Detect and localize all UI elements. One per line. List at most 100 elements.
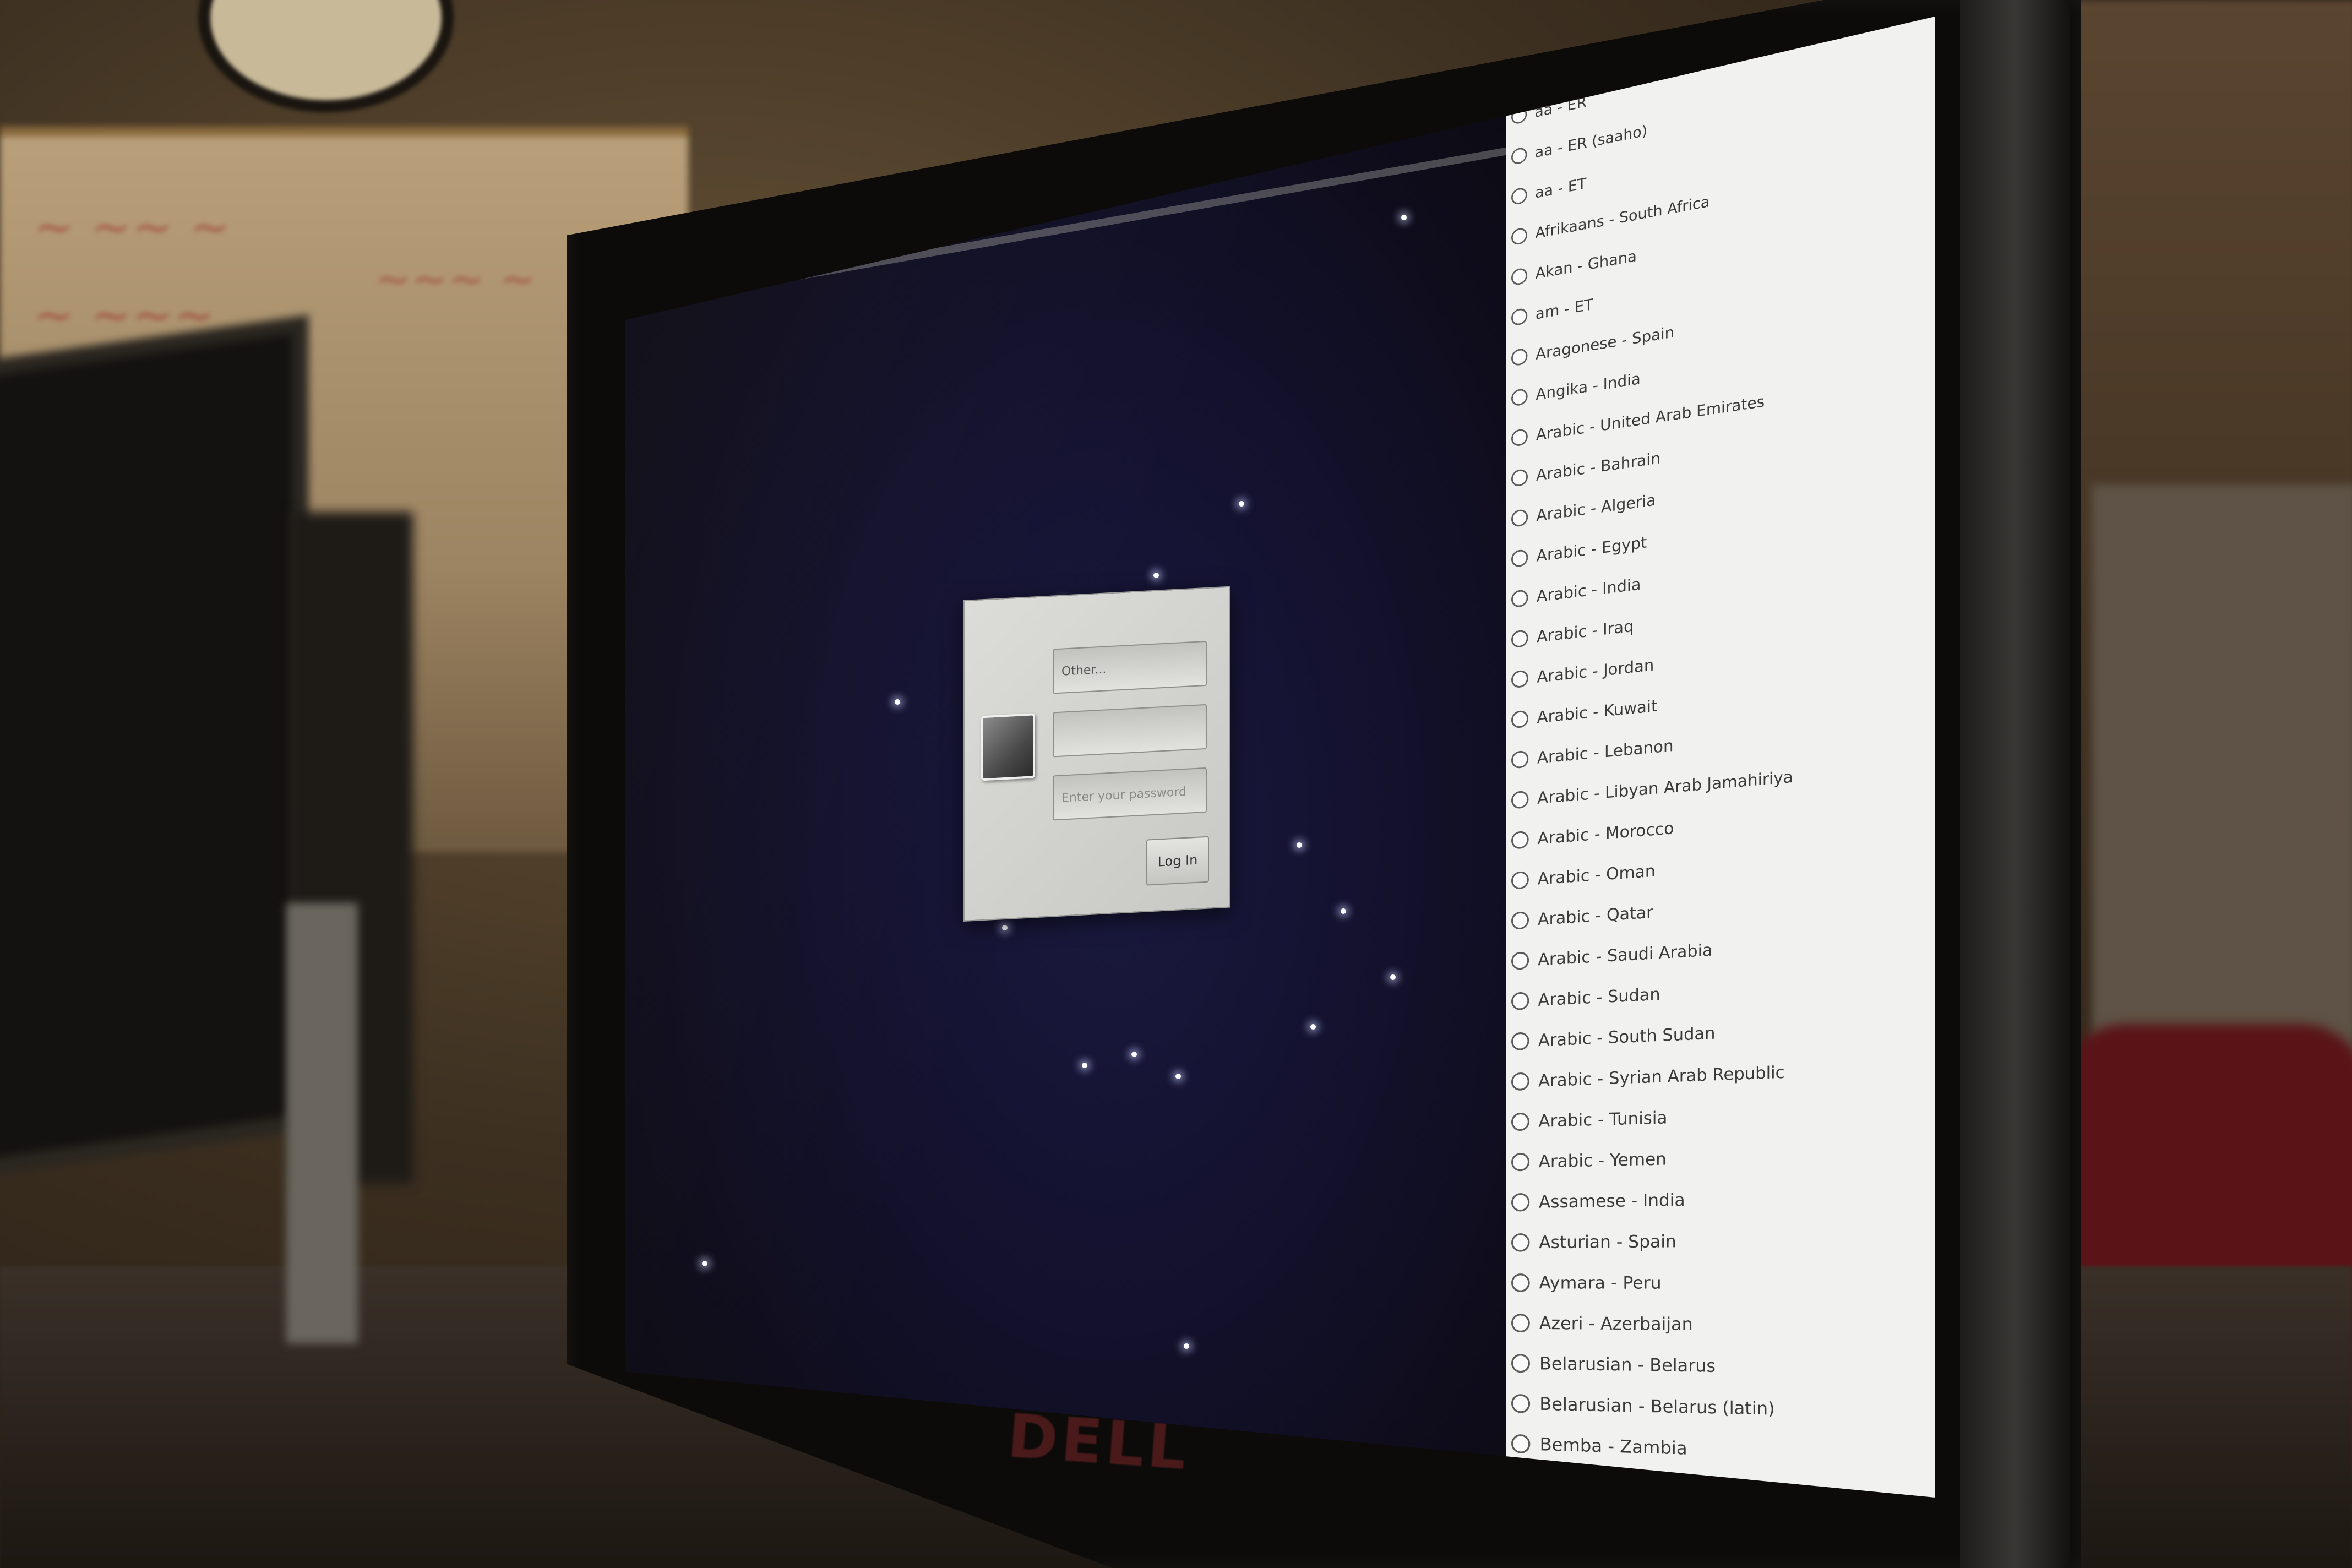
radio-button-icon[interactable] (1511, 1273, 1530, 1292)
radio-button-icon[interactable] (1511, 669, 1528, 689)
language-option[interactable]: Arabic - India (1511, 568, 1641, 615)
photo-scene: ~ ~~ ~ ~ ~~~ ~~~ ~ DELL Other... Enter y… (0, 0, 2352, 1568)
language-option[interactable]: Arabic - Qatar (1511, 896, 1653, 938)
language-option[interactable]: Aymara - Peru (1511, 1265, 1662, 1300)
star-decoration (1390, 974, 1396, 980)
password-field[interactable]: Enter your password (1053, 767, 1207, 821)
language-option[interactable]: Arabic - Jordan (1511, 649, 1654, 696)
language-label: aa - ET (1535, 175, 1587, 202)
radio-button-icon[interactable] (1511, 589, 1528, 608)
language-option[interactable]: Angika - India (1511, 363, 1641, 414)
radio-button-icon[interactable] (1511, 388, 1528, 407)
star-decoration (1401, 215, 1407, 220)
radio-button-icon[interactable] (1511, 428, 1528, 447)
radio-button-icon[interactable] (1511, 992, 1529, 1011)
radio-button-icon[interactable] (1511, 1314, 1530, 1333)
username-field[interactable]: Other... (1053, 640, 1207, 694)
language-option[interactable]: Arabic - Egypt (1511, 526, 1647, 575)
radio-button-icon[interactable] (1511, 911, 1529, 930)
language-option[interactable]: Arabic - Tunisia (1511, 1101, 1667, 1139)
radio-button-icon[interactable] (1511, 870, 1529, 890)
language-label: Arabic - Syrian Arab Republic (1538, 1062, 1785, 1091)
language-option[interactable]: Arabic - Syrian Arab Republic (1511, 1055, 1785, 1099)
username-input[interactable] (1053, 704, 1207, 758)
radio-button-icon[interactable] (1511, 710, 1529, 729)
radio-button-icon[interactable] (1511, 468, 1528, 487)
language-option[interactable]: Belarusian - Belarus (1511, 1346, 1716, 1384)
language-option[interactable]: Arabic - Morocco (1511, 812, 1674, 857)
language-label: Arabic - India (1536, 575, 1641, 606)
radio-button-icon[interactable] (1511, 1152, 1530, 1172)
language-label: Arabic - Kuwait (1537, 696, 1658, 727)
star-decoration (1131, 1052, 1137, 1057)
language-label: Belarusian - Belarus (latin) (1539, 1393, 1775, 1419)
radio-button-icon[interactable] (1511, 1393, 1531, 1413)
language-option[interactable]: am - ET (1511, 289, 1593, 333)
language-option[interactable]: Arabic - Sudan (1511, 977, 1660, 1018)
star-decoration (702, 1261, 707, 1266)
radio-button-icon[interactable] (1511, 548, 1528, 568)
login-button[interactable]: Log In (1146, 836, 1209, 886)
radio-button-icon[interactable] (1511, 227, 1527, 246)
language-label: Asturian - Spain (1539, 1231, 1676, 1253)
radio-button-icon[interactable] (1511, 750, 1529, 769)
star-decoration (1175, 1074, 1181, 1079)
language-option[interactable]: Arabic - Yemen (1511, 1142, 1667, 1179)
language-label: Akan - Ghana (1535, 247, 1637, 283)
radio-button-icon[interactable] (1511, 1233, 1530, 1252)
language-label: Arabic - Jordan (1537, 655, 1654, 687)
language-option[interactable]: aa - ET (1511, 168, 1586, 213)
radio-button-icon[interactable] (1511, 1353, 1531, 1373)
language-label: Aymara - Peru (1539, 1272, 1662, 1293)
star-decoration (1239, 501, 1244, 507)
language-option[interactable]: Asturian - Spain (1511, 1224, 1676, 1260)
language-option[interactable]: Belarusian - Belarus (latin) (1511, 1386, 1775, 1427)
language-label: aa - ER (saaho) (1534, 122, 1648, 162)
language-option[interactable]: Assamese - India (1511, 1183, 1685, 1219)
wall-clock (198, 0, 454, 112)
radio-button-icon[interactable] (1511, 267, 1528, 286)
language-option[interactable]: Arabic - Algeria (1511, 484, 1656, 535)
language-option[interactable]: Arabic - Oman (1511, 854, 1656, 897)
language-label: Bemba - Zambia (1539, 1434, 1687, 1459)
language-option[interactable]: Arabic - Saudi Arabia (1511, 933, 1712, 978)
language-option[interactable]: Azeri - Azerbaijan (1511, 1305, 1693, 1342)
language-label: Arabic - Morocco (1537, 818, 1674, 848)
monitor-side-edge (1960, 0, 2070, 1568)
language-option[interactable]: Arabic - Kuwait (1511, 690, 1657, 736)
radio-button-icon[interactable] (1511, 1434, 1531, 1454)
star-decoration (1002, 925, 1008, 930)
radio-button-icon[interactable] (1511, 187, 1527, 206)
radio-button-icon[interactable] (1511, 1112, 1529, 1131)
radio-button-icon[interactable] (1511, 1193, 1530, 1212)
radio-button-icon[interactable] (1511, 347, 1528, 367)
star-decoration (1310, 1024, 1316, 1030)
language-label: Belarusian - Belarus (1539, 1353, 1716, 1376)
language-label: Aragonese - Spain (1536, 323, 1675, 363)
radio-button-icon[interactable] (1511, 307, 1528, 326)
language-label: Arabic - Lebanon (1537, 736, 1674, 767)
radio-button-icon[interactable] (1511, 629, 1528, 649)
language-option[interactable]: Arabic - South Sudan (1511, 1016, 1715, 1059)
radio-button-icon[interactable] (1511, 1032, 1529, 1051)
radio-button-icon[interactable] (1511, 146, 1527, 166)
radio-button-icon[interactable] (1511, 951, 1529, 971)
radio-button-icon[interactable] (1511, 830, 1529, 850)
language-label: Arabic - South Sudan (1538, 1023, 1716, 1050)
language-label: Arabic - Bahrain (1536, 449, 1660, 485)
user-avatar-icon (981, 713, 1035, 781)
language-label: Azeri - Azerbaijan (1539, 1313, 1693, 1335)
language-option[interactable]: Arabic - Iraq (1511, 610, 1634, 656)
radio-button-icon[interactable] (1511, 1072, 1529, 1091)
star-decoration (1184, 1343, 1189, 1349)
radio-button-icon[interactable] (1511, 790, 1529, 809)
radio-button-icon[interactable] (1511, 508, 1528, 528)
star-decoration (1153, 573, 1159, 578)
language-label: Arabic - Libyan Arab Jamahiriya (1537, 767, 1793, 808)
language-option[interactable]: Arabic - Lebanon (1511, 729, 1674, 776)
language-label: Arabic - Egypt (1536, 533, 1647, 565)
login-dialog: Other... Enter your password Log In (963, 586, 1230, 922)
language-label: Arabic - Qatar (1538, 902, 1653, 929)
whiteboard-scrawl: ~ ~~ ~ (33, 198, 231, 256)
neighbor-monitor (0, 315, 308, 1183)
